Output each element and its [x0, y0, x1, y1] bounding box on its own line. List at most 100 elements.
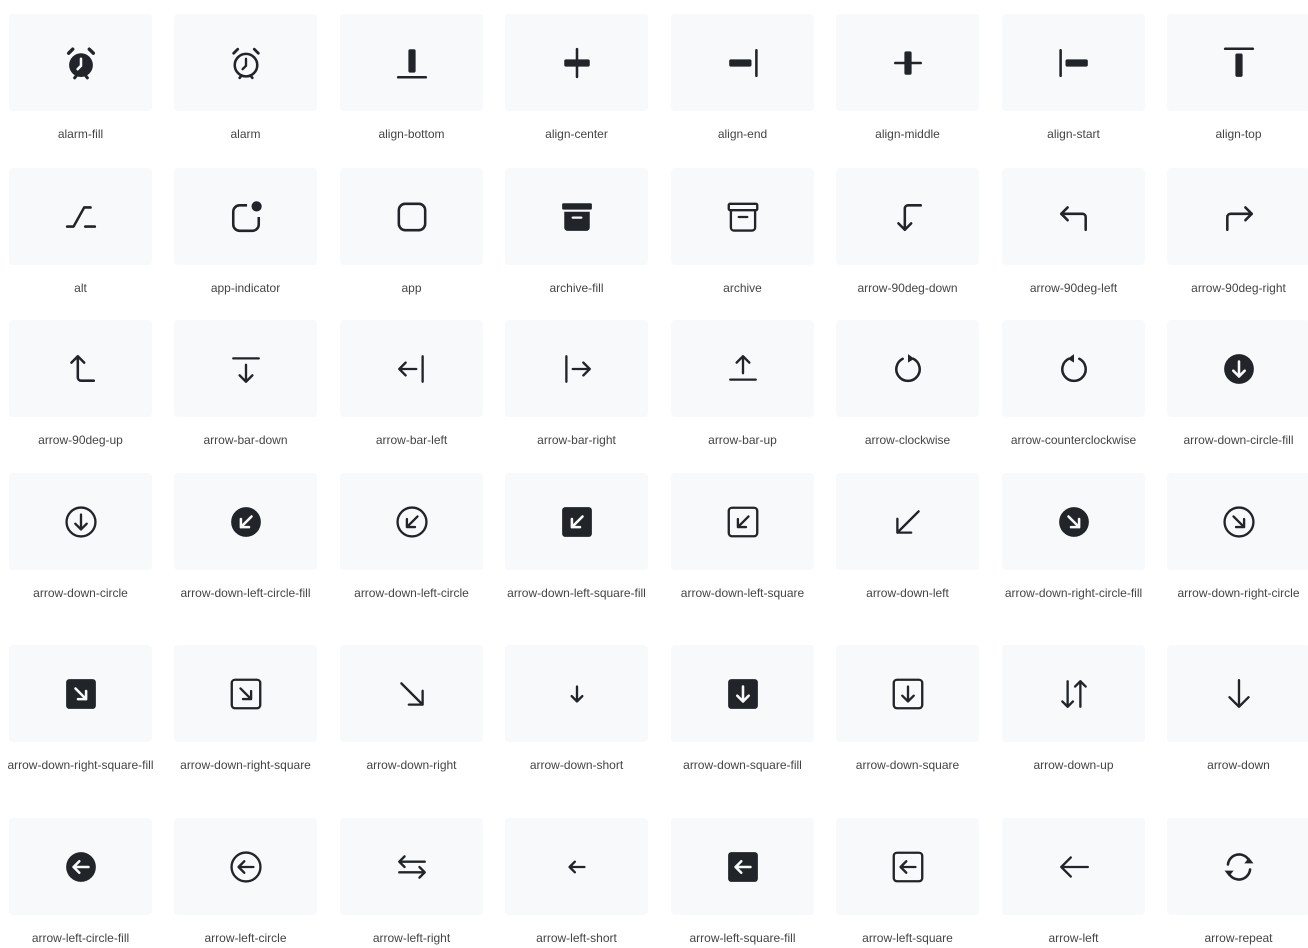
icon-label: archive — [723, 281, 762, 295]
icon-card-alarm[interactable]: alarm — [174, 14, 317, 144]
icon-card-arrow-90deg-left[interactable]: arrow-90deg-left — [1002, 168, 1145, 298]
arrow-bar-down-icon — [231, 356, 260, 383]
icon-card-arrow-down-left-square[interactable]: arrow-down-left-square — [671, 473, 814, 603]
icon-label: app-indicator — [210, 281, 281, 295]
icon-tile — [1167, 818, 1308, 915]
icon-card-arrow-left[interactable]: arrow-left — [1002, 818, 1145, 948]
icon-label: arrow-90deg-left — [1029, 281, 1118, 295]
icon-card-align-top[interactable]: align-top — [1167, 14, 1308, 144]
icon-card-align-center[interactable]: align-center — [505, 14, 648, 144]
icon-card-arrow-counterclockwise[interactable]: arrow-counterclockwise — [1002, 320, 1145, 450]
icon-tile — [836, 645, 979, 742]
icon-tile — [1002, 14, 1145, 111]
icon-card-arrow-90deg-up[interactable]: arrow-90deg-up — [9, 320, 152, 450]
icon-label: arrow-90deg-right — [1191, 281, 1286, 295]
icon-card-arrow-bar-up[interactable]: arrow-bar-up — [671, 320, 814, 450]
icon-card-arrow-down-right[interactable]: arrow-down-right — [340, 645, 483, 775]
icon-tile — [9, 168, 152, 265]
icon-label: arrow-repeat — [1204, 931, 1273, 945]
icon-card-arrow-clockwise[interactable]: arrow-clockwise — [836, 320, 979, 450]
arrow-90deg-right-icon — [1225, 205, 1253, 231]
icon-card-arrow-down[interactable]: arrow-down — [1167, 645, 1308, 775]
arrow-down-square-fill-icon — [727, 678, 758, 709]
icon-card-arrow-left-square-fill[interactable]: arrow-left-square-fill — [671, 818, 814, 948]
arrow-down-right-circle-fill-icon — [1058, 506, 1089, 537]
icon-card-arrow-down-circle[interactable]: arrow-down-circle — [9, 473, 152, 603]
icon-card-alarm-fill[interactable]: alarm-fill — [9, 14, 152, 144]
icon-tile — [505, 645, 648, 742]
icon-card-arrow-left-right[interactable]: arrow-left-right — [340, 818, 483, 948]
icon-card-arrow-down-right-circle[interactable]: arrow-down-right-circle — [1167, 473, 1308, 603]
icon-card-arrow-90deg-right[interactable]: arrow-90deg-right — [1167, 168, 1308, 298]
icon-tile — [836, 818, 979, 915]
icon-card-arrow-down-left-circle[interactable]: arrow-down-left-circle — [340, 473, 483, 603]
arrow-90deg-left-icon — [1059, 205, 1087, 231]
icon-card-align-bottom[interactable]: align-bottom — [340, 14, 483, 144]
icon-card-arrow-down-right-square[interactable]: arrow-down-right-square — [174, 645, 317, 775]
icon-card-align-end[interactable]: align-end — [671, 14, 814, 144]
icon-card-archive[interactable]: archive — [671, 168, 814, 298]
icon-card-arrow-90deg-down[interactable]: arrow-90deg-down — [836, 168, 979, 298]
icon-tile — [505, 320, 648, 417]
icon-card-arrow-left-short[interactable]: arrow-left-short — [505, 818, 648, 948]
icon-label: arrow-left-circle-fill — [31, 931, 130, 945]
icon-tile — [174, 14, 317, 111]
arrow-down-right-icon — [399, 681, 424, 706]
icon-card-arrow-down-circle-fill[interactable]: arrow-down-circle-fill — [1167, 320, 1308, 450]
icon-card-arrow-left-circle[interactable]: arrow-left-circle — [174, 818, 317, 948]
icon-card-arrow-bar-left[interactable]: arrow-bar-left — [340, 320, 483, 450]
arrow-left-square-icon — [892, 851, 923, 882]
icon-card-arrow-left-circle-fill[interactable]: arrow-left-circle-fill — [9, 818, 152, 948]
icon-tile — [505, 473, 648, 570]
icon-card-arrow-down-square[interactable]: arrow-down-square — [836, 645, 979, 775]
icon-card-app[interactable]: app — [340, 168, 483, 298]
icon-label: arrow-bar-up — [708, 433, 777, 447]
icon-card-archive-fill[interactable]: archive-fill — [505, 168, 648, 298]
icon-card-arrow-down-up[interactable]: arrow-down-up — [1002, 645, 1145, 775]
icon-label: arrow-down-left-square-fill — [507, 586, 646, 600]
icon-label: arrow-down-short — [529, 758, 624, 772]
archive-fill-icon — [561, 202, 592, 231]
icon-label: arrow-down-left — [866, 586, 949, 600]
icon-card-arrow-down-right-square-fill[interactable]: arrow-down-right-square-fill — [7, 645, 154, 775]
icon-tile — [340, 645, 483, 742]
icon-label: arrow-down-right-square — [180, 758, 311, 772]
arrow-left-right-icon — [397, 854, 426, 879]
icon-card-arrow-bar-down[interactable]: arrow-bar-down — [174, 320, 317, 450]
alt-icon — [65, 205, 96, 228]
icon-tile — [174, 645, 317, 742]
icon-tile — [505, 14, 648, 111]
icon-tile — [671, 473, 814, 570]
icon-tile — [9, 818, 152, 915]
icon-card-arrow-down-square-fill[interactable]: arrow-down-square-fill — [671, 645, 814, 775]
icon-tile — [836, 320, 979, 417]
icon-card-arrow-repeat[interactable]: arrow-repeat — [1167, 818, 1308, 948]
arrow-bar-up-icon — [728, 354, 757, 381]
icon-label: arrow-left-right — [372, 931, 451, 945]
icon-label: align-center — [545, 127, 608, 141]
icon-card-arrow-bar-right[interactable]: arrow-bar-right — [505, 320, 648, 450]
icon-label: arrow-bar-left — [375, 433, 448, 447]
icon-tile — [9, 473, 152, 570]
icon-card-alt[interactable]: alt — [9, 168, 152, 298]
icon-card-arrow-down-left-square-fill[interactable]: arrow-down-left-square-fill — [505, 473, 648, 603]
icon-label: alarm-fill — [57, 127, 104, 141]
icon-card-arrow-down-left[interactable]: arrow-down-left — [836, 473, 979, 603]
icon-card-arrow-down-left-circle-fill[interactable]: arrow-down-left-circle-fill — [174, 473, 317, 603]
icon-tile — [671, 645, 814, 742]
arrow-90deg-down-icon — [896, 203, 922, 231]
icon-card-arrow-left-square[interactable]: arrow-left-square — [836, 818, 979, 948]
icon-tile — [671, 320, 814, 417]
icon-card-align-middle[interactable]: align-middle — [836, 14, 979, 144]
app-indicator-icon — [231, 200, 262, 232]
icon-label: alarm — [230, 127, 261, 141]
icon-card-app-indicator[interactable]: app-indicator — [174, 168, 317, 298]
icon-card-align-start[interactable]: align-start — [1002, 14, 1145, 144]
icon-card-arrow-down-right-circle-fill[interactable]: arrow-down-right-circle-fill — [1002, 473, 1145, 603]
icon-card-arrow-down-short[interactable]: arrow-down-short — [505, 645, 648, 775]
icon-label: arrow-down-left-square — [680, 586, 805, 600]
icon-label: arrow-down-right-square-fill — [7, 758, 154, 772]
arrow-down-left-circle-icon — [395, 505, 428, 538]
icon-tile — [1002, 645, 1145, 742]
arrow-bar-left-icon — [397, 354, 424, 383]
